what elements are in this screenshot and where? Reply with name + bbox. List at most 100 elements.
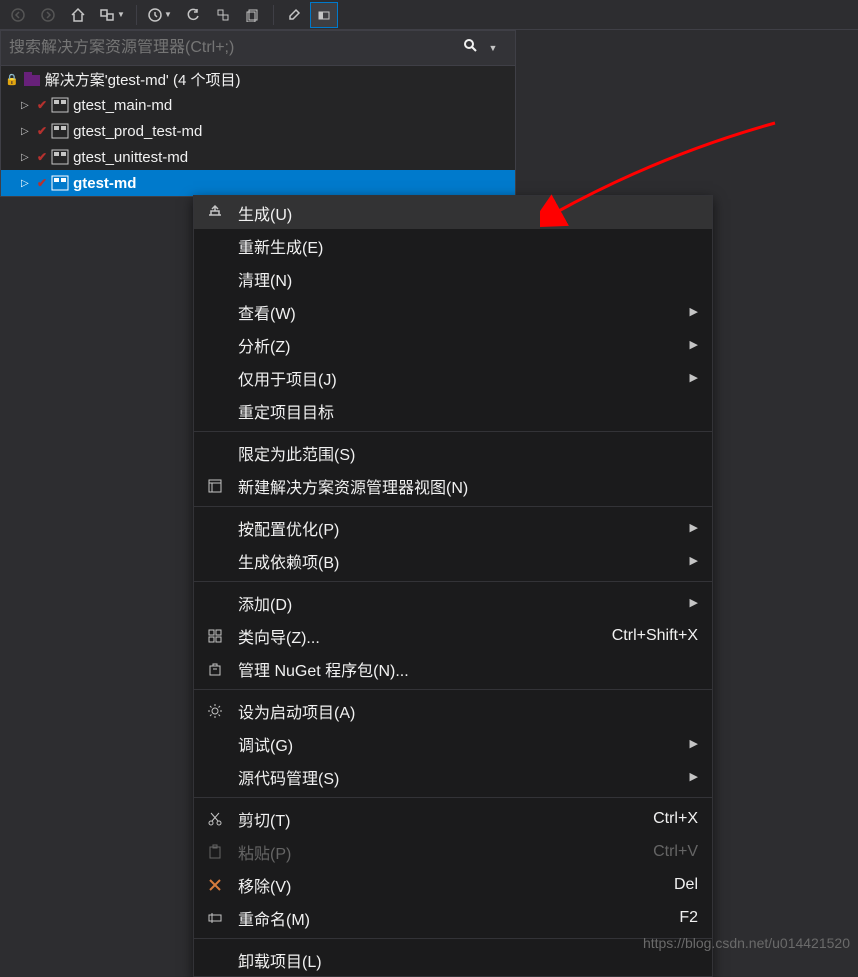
solution-node[interactable]: 🔒 解决方案'gtest-md' (4 个项目)	[1, 66, 515, 92]
refresh-icon[interactable]	[179, 2, 207, 28]
menu-label: 移除(V)	[238, 873, 674, 897]
menu-shortcut: Ctrl+Shift+X	[612, 627, 698, 645]
menu-add[interactable]: 添加(D)▶	[194, 586, 712, 619]
project-node[interactable]: ▷ ✔ gtest_unittest-md	[1, 144, 515, 170]
menu-label: 重新生成(E)	[238, 234, 698, 258]
remove-icon	[204, 877, 226, 893]
menu-label: 分析(Z)	[238, 333, 690, 357]
home-icon[interactable]	[64, 2, 92, 28]
menu-separator	[194, 938, 712, 939]
new-view-icon	[204, 478, 226, 494]
project-node[interactable]: ▷ ✔ gtest_prod_test-md	[1, 118, 515, 144]
back-icon[interactable]	[4, 2, 32, 28]
menu-separator	[194, 581, 712, 582]
paste-icon	[204, 844, 226, 860]
menu-debug[interactable]: 调试(G)▶	[194, 727, 712, 760]
project-label: gtest-md	[73, 175, 136, 192]
project-icon	[51, 97, 69, 113]
watermark: https://blog.csdn.net/u014421520	[643, 935, 850, 951]
build-icon	[204, 204, 226, 222]
menu-retarget[interactable]: 重定项目目标	[194, 394, 712, 427]
submenu-icon: ▶	[690, 371, 698, 384]
collapse-icon[interactable]	[209, 2, 237, 28]
showall-icon[interactable]	[239, 2, 267, 28]
preview-icon[interactable]	[310, 2, 338, 28]
expand-icon[interactable]: ▷	[21, 100, 33, 111]
menu-clean[interactable]: 清理(N)	[194, 262, 712, 295]
menu-build[interactable]: 生成(U)	[194, 196, 712, 229]
menu-label: 清理(N)	[238, 267, 698, 291]
context-menu: 生成(U) 重新生成(E) 清理(N) 查看(W)▶ 分析(Z)▶ 仅用于项目(…	[193, 195, 713, 977]
menu-optimize[interactable]: 按配置优化(P)▶	[194, 511, 712, 544]
separator	[136, 5, 137, 25]
menu-analyze[interactable]: 分析(Z)▶	[194, 328, 712, 361]
menu-label: 剪切(T)	[238, 807, 653, 831]
project-node-selected[interactable]: ▷ ✔ gtest-md	[1, 170, 515, 196]
menu-label: 调试(G)	[238, 732, 690, 756]
wizard-icon	[204, 628, 226, 644]
solution-explorer-tree: 🔒 解决方案'gtest-md' (4 个项目) ▷ ✔ gtest_main-…	[0, 66, 516, 197]
expand-icon[interactable]: ▷	[21, 152, 33, 163]
project-icon	[51, 123, 69, 139]
menu-view[interactable]: 查看(W)▶	[194, 295, 712, 328]
lock-icon: 🔒	[5, 73, 19, 86]
search-icon[interactable]	[463, 38, 479, 58]
sync-icon[interactable]: ▼	[94, 2, 130, 28]
project-node[interactable]: ▷ ✔ gtest_main-md	[1, 92, 515, 118]
check-icon: ✔	[37, 150, 47, 164]
check-icon: ✔	[37, 176, 47, 190]
menu-label: 设为启动项目(A)	[238, 699, 698, 723]
menu-label: 仅用于项目(J)	[238, 366, 690, 390]
menu-class-wizard[interactable]: 类向导(Z)... Ctrl+Shift+X	[194, 619, 712, 652]
menu-label: 管理 NuGet 程序包(N)...	[238, 657, 698, 681]
check-icon: ✔	[37, 98, 47, 112]
separator	[273, 5, 274, 25]
search-bar: ▼	[0, 30, 516, 66]
submenu-icon: ▶	[690, 770, 698, 783]
menu-scope[interactable]: 限定为此范围(S)	[194, 436, 712, 469]
submenu-icon: ▶	[690, 521, 698, 534]
properties-icon[interactable]	[280, 2, 308, 28]
menu-build-deps[interactable]: 生成依赖项(B)▶	[194, 544, 712, 577]
expand-icon[interactable]: ▷	[21, 178, 33, 189]
menu-rebuild[interactable]: 重新生成(E)	[194, 229, 712, 262]
project-label: gtest_unittest-md	[73, 149, 188, 166]
menu-rename[interactable]: 重命名(M) F2	[194, 901, 712, 934]
submenu-icon: ▶	[690, 554, 698, 567]
submenu-icon: ▶	[690, 305, 698, 318]
menu-label: 查看(W)	[238, 300, 690, 324]
project-label: gtest_prod_test-md	[73, 123, 202, 140]
submenu-icon: ▶	[690, 596, 698, 609]
forward-icon[interactable]	[34, 2, 62, 28]
menu-shortcut: Ctrl+X	[653, 810, 698, 828]
menu-paste: 粘贴(P) Ctrl+V	[194, 835, 712, 868]
menu-cut[interactable]: 剪切(T) Ctrl+X	[194, 802, 712, 835]
menu-label: 源代码管理(S)	[238, 765, 690, 789]
cut-icon	[204, 811, 226, 827]
search-input[interactable]	[9, 39, 463, 57]
menu-project-only[interactable]: 仅用于项目(J)▶	[194, 361, 712, 394]
submenu-icon: ▶	[690, 338, 698, 351]
solution-icon	[23, 71, 41, 87]
menu-label: 类向导(Z)...	[238, 624, 612, 648]
menu-startup[interactable]: 设为启动项目(A)	[194, 694, 712, 727]
history-icon[interactable]: ▼	[143, 2, 177, 28]
menu-scm[interactable]: 源代码管理(S)▶	[194, 760, 712, 793]
submenu-icon: ▶	[690, 737, 698, 750]
menu-label: 生成依赖项(B)	[238, 549, 690, 573]
menu-unload[interactable]: 卸载项目(L)	[194, 943, 712, 976]
expand-icon[interactable]: ▷	[21, 126, 33, 137]
menu-label: 卸载项目(L)	[238, 948, 698, 972]
menu-nuget[interactable]: 管理 NuGet 程序包(N)...	[194, 652, 712, 685]
menu-shortcut: Ctrl+V	[653, 843, 698, 861]
menu-label: 粘贴(P)	[238, 840, 653, 864]
menu-new-view[interactable]: 新建解决方案资源管理器视图(N)	[194, 469, 712, 502]
menu-label: 新建解决方案资源管理器视图(N)	[238, 474, 698, 498]
menu-label: 重定项目目标	[238, 399, 698, 423]
menu-shortcut: F2	[679, 909, 698, 927]
menu-remove[interactable]: 移除(V) Del	[194, 868, 712, 901]
nuget-icon	[204, 661, 226, 677]
menu-separator	[194, 689, 712, 690]
project-label: gtest_main-md	[73, 97, 172, 114]
search-dropdown-icon[interactable]: ▼	[479, 43, 507, 53]
